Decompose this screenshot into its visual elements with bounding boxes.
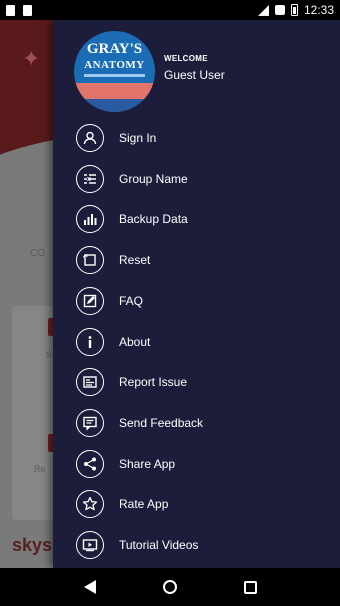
menu-item-tutorial-videos[interactable]: Tutorial Videos xyxy=(53,527,340,565)
background-card-text: Re xyxy=(34,464,46,474)
menu-item-send-feedback[interactable]: Send Feedback xyxy=(53,405,340,443)
status-time: 12:33 xyxy=(303,3,334,17)
background-text: CO xyxy=(30,248,45,259)
menu-item-label: Reset xyxy=(119,253,151,268)
menu-item-group-name[interactable]: Group Name xyxy=(53,161,340,199)
home-button[interactable] xyxy=(160,577,180,597)
user-icon xyxy=(76,124,104,152)
menu-item-label: Backup Data xyxy=(119,212,188,227)
menu-item-backup-data[interactable]: Backup Data xyxy=(53,201,340,239)
book-title-line-2: ANATOMY xyxy=(84,59,145,71)
menu-item-label: Send Feedback xyxy=(119,415,204,430)
info-icon xyxy=(76,327,104,356)
background-logo-icon: ✦ xyxy=(22,46,41,71)
reset-icon xyxy=(76,246,104,275)
drawer-header: GRAY'S ANATOMY WELCOME Guest User xyxy=(53,20,340,120)
bar-chart-icon xyxy=(76,205,104,234)
welcome-label: WELCOME xyxy=(164,54,208,63)
menu-item-label: Group Name xyxy=(119,171,188,186)
menu-item-reset[interactable]: Reset xyxy=(53,242,340,280)
background-card-text: S xyxy=(46,350,53,360)
system-navigation-bar xyxy=(0,568,340,606)
report-icon xyxy=(76,368,104,397)
menu-item-report-issue[interactable]: Report Issue xyxy=(53,364,340,402)
menu-item-label: FAQ xyxy=(119,293,144,308)
sim-icon xyxy=(274,5,285,15)
menu-item-rate-app[interactable]: Rate App xyxy=(53,486,340,524)
back-button[interactable] xyxy=(80,577,100,597)
menu-item-label: Report Issue xyxy=(119,375,188,390)
recents-button[interactable] xyxy=(240,577,260,597)
menu-item-sign-in[interactable]: Sign In xyxy=(53,120,340,158)
menu-item-label: Sign In xyxy=(119,131,157,145)
video-icon xyxy=(76,531,104,559)
battery-icon xyxy=(290,4,298,16)
book-cover-illustration xyxy=(74,83,155,99)
menu-item-about[interactable]: About xyxy=(53,324,340,362)
user-name: Guest User xyxy=(164,68,225,82)
menu-item-faq[interactable]: FAQ xyxy=(53,283,340,321)
navigation-drawer: GRAY'S ANATOMY WELCOME Guest User Sign I… xyxy=(53,20,340,568)
status-bar: 12:33 xyxy=(0,0,340,20)
share-icon xyxy=(76,449,104,478)
menu-item-label: About xyxy=(119,334,151,349)
notification-icon xyxy=(6,4,15,16)
book-cover-avatar: GRAY'S ANATOMY xyxy=(74,31,155,112)
star-icon xyxy=(76,490,104,519)
home-icon xyxy=(163,580,177,594)
back-icon xyxy=(84,580,96,594)
feedback-icon xyxy=(76,408,104,437)
menu-item-label: Rate App xyxy=(119,497,169,512)
edit-icon xyxy=(76,286,104,315)
signal-icon xyxy=(257,4,269,16)
book-title-line-1: GRAY'S xyxy=(86,41,143,57)
menu-item-label: Share App xyxy=(119,456,176,471)
android-icon xyxy=(23,4,32,16)
menu-item-label: Tutorial Videos xyxy=(119,538,199,552)
group-list-icon xyxy=(76,164,104,193)
recents-icon xyxy=(243,580,257,594)
menu-item-share-app[interactable]: Share App xyxy=(53,446,340,484)
background-brand: skys xyxy=(12,535,53,555)
